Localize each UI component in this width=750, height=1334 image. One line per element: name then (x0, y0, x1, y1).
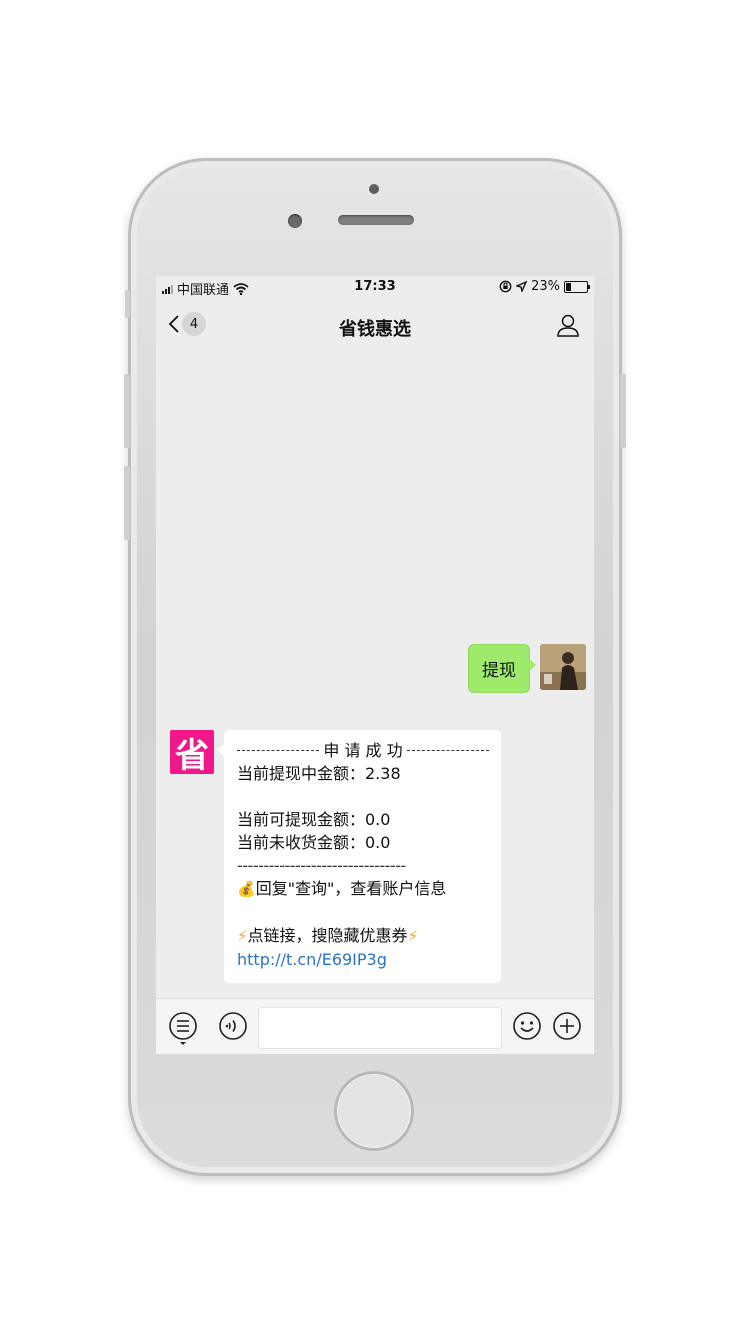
mute-switch (125, 290, 130, 318)
status-bar: 中国联通 17:33 23% (156, 276, 594, 298)
chat-title: 省钱惠选 (339, 319, 411, 340)
message-title-row: 申 请 成 功 (237, 739, 490, 762)
earpiece-speaker (338, 215, 414, 225)
plus-icon (553, 1012, 581, 1040)
emoji-button[interactable] (512, 1011, 542, 1045)
input-bar (156, 998, 594, 1054)
unreceived-amount: 当前未收货金额：0.0 (237, 833, 391, 852)
lock-rotation-icon (499, 280, 512, 293)
proximity-sensor (369, 184, 379, 194)
coupon-link[interactable]: http://t.cn/E69IP3g (237, 948, 489, 971)
outgoing-message: 提现 (468, 644, 586, 693)
lightning-icon: ⚡ (407, 927, 419, 945)
reply-hint-row: 💰回复"查询"，查看账户信息 (237, 877, 489, 901)
volume-down-button (124, 466, 130, 540)
message-input[interactable] (258, 1007, 502, 1049)
more-button[interactable] (552, 1011, 582, 1045)
incoming-message: 省 申 请 成 功 当前提现中金额：2.38 当前可提现金额：0.0 当前未收货… (170, 730, 501, 983)
emoji-icon (513, 1012, 541, 1040)
lightning-icon: ⚡ (237, 927, 248, 945)
title-divider-left (237, 750, 320, 751)
incoming-bubble[interactable]: 申 请 成 功 当前提现中金额：2.38 当前可提现金额：0.0 当前未收货金额… (217, 730, 501, 983)
money-bag-icon: 💰 (237, 880, 256, 898)
profile-icon (557, 314, 579, 337)
voice-icon (219, 1012, 247, 1040)
menu-list-icon (169, 1012, 197, 1045)
chat-screen: 中国联通 17:33 23% 4 省钱惠选 提现 省 申 请 成 功 当前提现中… (156, 276, 594, 1054)
pending-amount: 当前提现中金额：2.38 (237, 764, 401, 783)
battery-percent: 23% (531, 279, 560, 294)
user-avatar[interactable] (540, 644, 586, 690)
volume-up-button (124, 374, 130, 448)
home-button[interactable] (334, 1071, 414, 1151)
location-arrow-icon (516, 281, 528, 292)
menu-button[interactable] (168, 1011, 198, 1051)
status-right: 23% (499, 279, 590, 294)
outgoing-bubble[interactable]: 提现 (468, 644, 536, 693)
bot-avatar[interactable]: 省 (170, 730, 214, 776)
battery-icon (564, 280, 590, 293)
title-divider-right (406, 750, 490, 751)
available-amount: 当前可提现金额：0.0 (237, 810, 391, 829)
voice-button[interactable] (218, 1011, 248, 1045)
link-hint: 点链接，搜隐藏优惠券 (247, 926, 408, 945)
nav-bar: 4 省钱惠选 (156, 298, 594, 354)
link-hint-row: ⚡点链接，搜隐藏优惠券⚡ (237, 924, 489, 948)
front-camera (288, 214, 302, 228)
user-avatar-photo (540, 644, 586, 690)
message-title: 申 请 成 功 (323, 741, 403, 760)
reply-hint: 回复"查询"，查看账户信息 (255, 879, 447, 898)
separator-line: -------------------------------- (237, 856, 406, 875)
power-button (620, 374, 626, 448)
profile-button[interactable] (556, 313, 580, 341)
